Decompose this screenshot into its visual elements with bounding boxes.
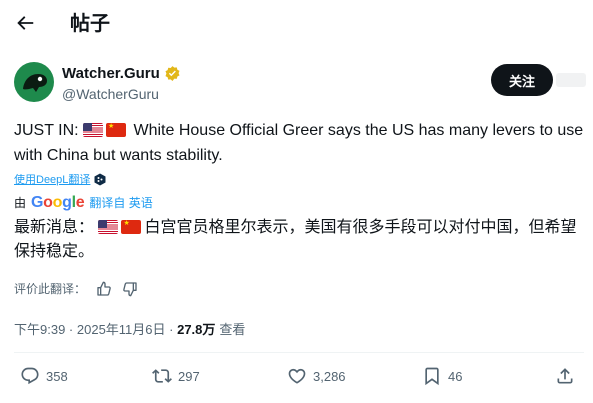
tweet-text-prefix: JUST IN: [14,122,84,139]
tweet-date[interactable]: 2025年11月6日 [77,319,166,338]
tweet-meta: 下午9:39 · 2025年11月6日 · 27.8万 查看 [14,319,245,338]
share-button[interactable] [555,366,575,386]
meta-separator: · [165,322,178,337]
us-flag-icon [83,123,104,137]
follow-button[interactable]: 关注 [491,64,553,96]
china-flag-icon [121,220,142,234]
gold-verified-badge-icon [165,66,180,81]
translated-prefix: 最新消息： [14,219,95,236]
thumbs-down-icon[interactable] [122,281,138,297]
page-title: 帖子 [70,13,110,35]
more-options-area[interactable] [556,73,586,87]
share-icon [557,368,573,384]
repost-button[interactable]: 297 [152,366,200,386]
rate-translation-label: 评价此翻译： [14,282,87,296]
author-handle[interactable]: @WatcherGuru [62,86,159,102]
google-logo: Google [31,194,85,211]
translate-link[interactable]: 使用DeepL翻译 [14,171,90,187]
reply-count: 358 [46,368,68,384]
author-display-name[interactable]: Watcher.Guru [62,65,160,82]
translated-text: 最新消息： 白宫官员格里尔表示，美国有很多手段可以对付中国，但希望保持稳定。 [14,216,584,264]
view-label: 查看 [219,322,246,337]
google-attribution-suffix[interactable]: 翻译自 英语 [89,194,152,211]
bookmark-icon [425,367,439,386]
bookmark-button[interactable]: 46 [422,366,462,386]
meta-separator: · [65,322,77,337]
us-flag-icon [98,220,119,234]
divider [14,352,584,353]
tweet-time[interactable]: 下午9:39 [14,319,65,338]
bookmark-count: 46 [448,368,463,384]
like-button[interactable]: 3,286 [287,366,346,386]
avatar[interactable] [14,62,54,102]
deepl-icon [94,173,106,185]
china-flag-icon [106,123,127,137]
watcher-guru-logo-icon [23,74,47,92]
tweet-text: JUST IN: White House Official Greer says… [14,118,584,168]
arrow-left-icon [17,16,34,30]
google-attribution-prefix: 由 [14,196,27,210]
view-count: 27.8万 [177,322,216,337]
back-button[interactable] [14,12,36,34]
repost-count: 297 [178,368,200,384]
like-count: 3,286 [313,368,346,384]
reply-button[interactable]: 358 [20,366,68,386]
heart-icon [288,368,306,384]
repost-icon [152,369,172,383]
thumbs-up-icon[interactable] [96,281,112,297]
reply-icon [21,367,39,385]
